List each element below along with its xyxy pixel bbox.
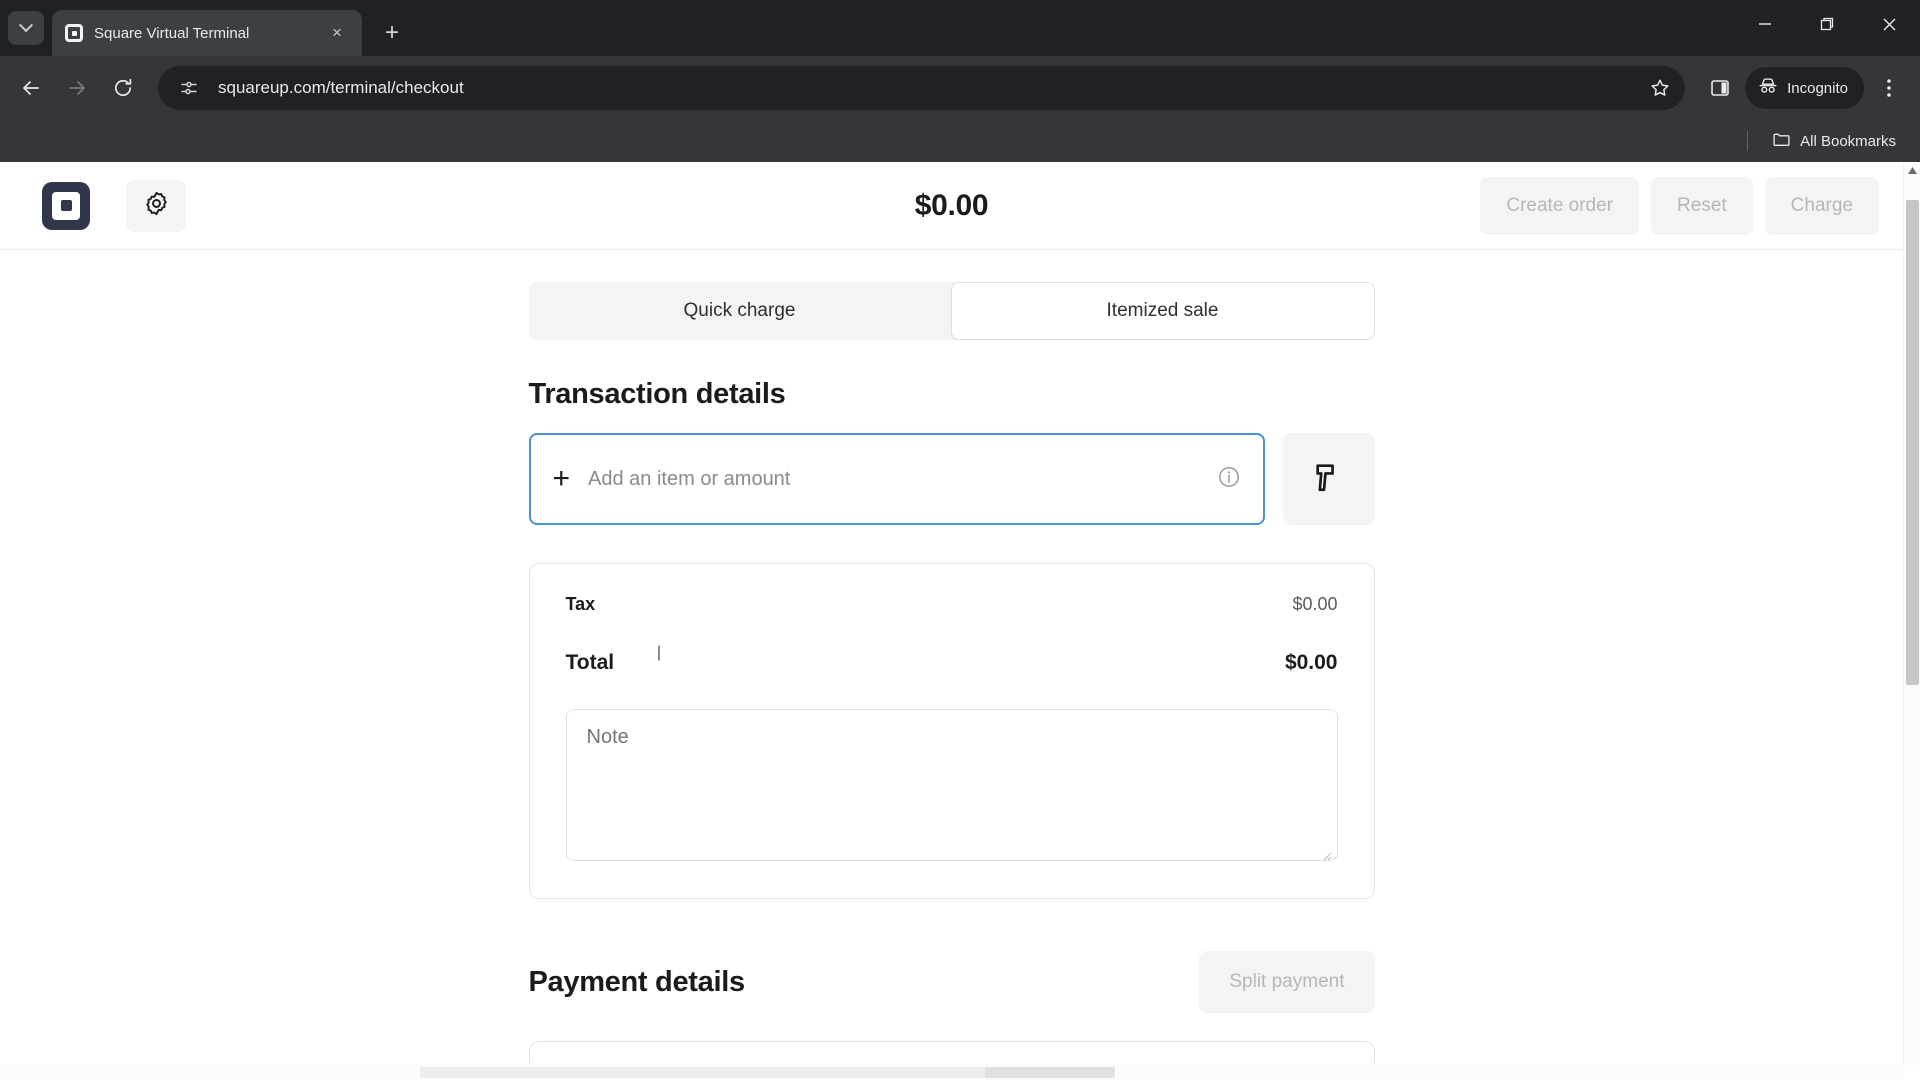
split-payment-button[interactable]: Split payment — [1199, 951, 1375, 1013]
note-textarea[interactable] — [565, 709, 1338, 861]
payment-details-heading: Payment details — [528, 965, 746, 998]
window-controls — [1734, 0, 1920, 48]
tax-label: Tax — [565, 594, 596, 614]
create-order-button[interactable]: Create order — [1480, 176, 1640, 235]
folder-icon — [1772, 130, 1791, 153]
address-bar[interactable]: squareup.com/terminal/checkout — [158, 66, 1686, 110]
scroll-up-arrow-icon[interactable] — [1904, 162, 1920, 179]
forward-arrow-icon — [56, 67, 98, 109]
browser-window: Square Virtual Terminal × + squareup.com… — [0, 0, 1920, 1080]
payment-method-card[interactable] — [528, 1041, 1375, 1065]
three-dot-menu-icon[interactable] — [1868, 67, 1910, 109]
incognito-indicator[interactable]: Incognito — [1745, 67, 1864, 109]
site-settings-icon[interactable] — [172, 71, 206, 105]
window-close-icon[interactable] — [1858, 0, 1920, 48]
tab-strip: Square Virtual Terminal × + — [0, 0, 1920, 56]
chevron-down-icon — [18, 18, 34, 33]
incognito-label: Incognito — [1787, 79, 1848, 97]
tax-row: Tax $0.00 — [566, 594, 1338, 615]
incognito-icon — [1757, 75, 1779, 101]
charge-button[interactable]: Charge — [1764, 176, 1879, 235]
header-actions: Create order Reset Charge — [1480, 176, 1879, 235]
browser-tab[interactable]: Square Virtual Terminal × — [52, 10, 362, 56]
transaction-details-heading: Transaction details — [528, 378, 786, 410]
plus-icon: + — [552, 462, 571, 495]
total-value: $0.00 — [1284, 651, 1338, 674]
tab-title: Square Virtual Terminal — [94, 24, 250, 42]
square-virtual-terminal-app: $0.00 Create order Reset Charge Quick ch… — [0, 162, 1903, 1065]
side-panel-icon[interactable] — [1699, 67, 1741, 109]
bookmarks-bar: All Bookmarks — [0, 120, 1920, 162]
vertical-scrollbar[interactable] — [1903, 162, 1920, 1065]
text-cursor-icon — [658, 645, 660, 661]
vertical-scrollbar-thumb[interactable] — [1906, 200, 1919, 685]
reset-button[interactable]: Reset — [1651, 176, 1753, 235]
url-text: squareup.com/terminal/checkout — [218, 78, 464, 97]
tab-quick-charge[interactable]: Quick charge — [529, 282, 951, 340]
close-icon[interactable]: × — [324, 20, 350, 46]
page-viewport: $0.00 Create order Reset Charge Quick ch… — [0, 162, 1920, 1080]
total-row: Total $0.00 — [566, 651, 1338, 675]
minimize-icon[interactable] — [1734, 0, 1796, 48]
tab-search-button[interactable] — [8, 11, 44, 45]
barcode-scanner-button[interactable] — [1282, 433, 1375, 525]
totals-card: Tax $0.00 Total $0.00 — [528, 563, 1375, 899]
square-logo-icon[interactable] — [42, 181, 90, 230]
app-header: $0.00 Create order Reset Charge — [0, 162, 1903, 250]
horizontal-scrollbar[interactable] — [0, 1065, 1903, 1080]
add-item-input[interactable]: + Add an item or amount — [528, 433, 1265, 525]
horizontal-scrollbar-thumb[interactable] — [985, 1067, 1115, 1078]
payment-details-header: Payment details Split payment — [529, 951, 1375, 1013]
gear-icon — [143, 190, 170, 222]
bookmarks-divider — [1747, 131, 1749, 151]
main-content: Quick charge Itemized sale Transaction d… — [0, 282, 1903, 1065]
total-label: Total — [565, 651, 615, 674]
back-arrow-icon[interactable] — [10, 67, 52, 109]
all-bookmarks-button[interactable]: All Bookmarks — [1764, 125, 1904, 158]
settings-gear-button[interactable] — [126, 179, 186, 232]
square-logo-icon — [64, 23, 84, 43]
tab-itemized-sale[interactable]: Itemized sale — [950, 282, 1375, 340]
tax-value: $0.00 — [1292, 594, 1338, 614]
browser-toolbar: squareup.com/terminal/checkout Incognito — [0, 56, 1920, 120]
center-column: Quick charge Itemized sale Transaction d… — [528, 282, 1375, 1065]
mode-tabs: Quick charge Itemized sale — [528, 282, 1375, 340]
reload-icon[interactable] — [102, 67, 144, 109]
add-item-placeholder: Add an item or amount — [588, 467, 791, 490]
item-entry-row: + Add an item or amount — [528, 433, 1375, 525]
barcode-scanner-icon — [1312, 460, 1346, 499]
maximize-icon[interactable] — [1796, 0, 1858, 48]
tab-search-container — [0, 0, 52, 56]
info-icon[interactable] — [1217, 465, 1241, 494]
new-tab-button[interactable]: + — [372, 13, 412, 53]
star-icon[interactable] — [1643, 71, 1677, 105]
all-bookmarks-label: All Bookmarks — [1800, 132, 1896, 150]
